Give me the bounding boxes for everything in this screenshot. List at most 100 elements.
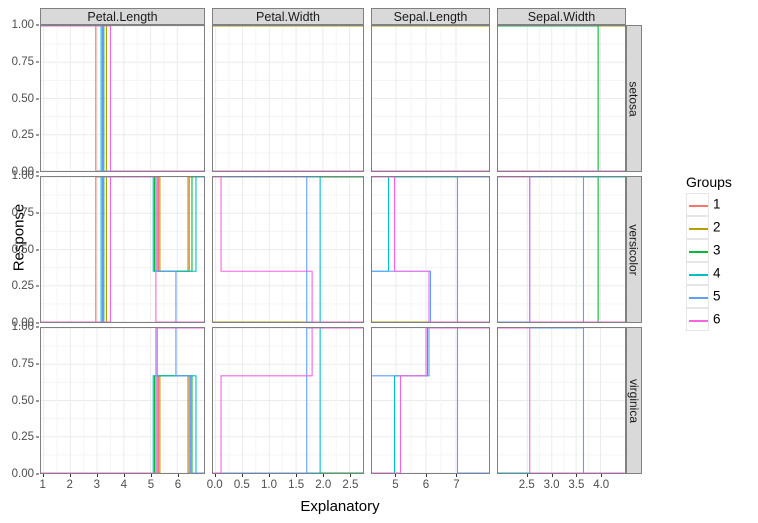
x-tick-mark [96,474,98,477]
x-tick-label: 1.5 [288,479,305,491]
facet-column-strip-petal-width: Petal.Width [212,8,364,25]
x-tick-label: 3.0 [543,479,560,491]
legend-key-2[interactable] [686,216,709,239]
facet-column-strip-petal-length: Petal.Length [40,8,205,25]
y-tick-label: 1.00 [11,321,34,333]
x-tick-mark [456,474,458,477]
x-tick-label: 2.0 [315,479,332,491]
y-axis-title: Response [10,203,28,272]
y-tick-mark [36,61,39,63]
facet-column-strip-label: Petal.Width [256,9,320,24]
legend-line-swatch [689,205,708,207]
legend-label-2: 2 [713,219,721,235]
legend-key-5[interactable] [686,285,709,308]
facet-row-strip-label: versicolor [627,223,642,276]
y-tick-mark [36,249,39,250]
x-tick-label: 1.0 [261,479,277,491]
x-tick-mark [69,474,71,477]
x-tick-label: 2.5 [342,479,359,491]
panel-setosa-sepal-length [371,25,490,172]
y-tick-label: 1.00 [11,19,34,31]
x-tick-mark [350,474,352,477]
facet-column-strip-sepal-length: Sepal.Length [371,8,490,25]
legend-key-1[interactable] [686,193,709,216]
x-tick-mark [214,474,216,477]
x-tick-mark [177,474,179,477]
panel-versicolor-sepal-width [497,176,626,323]
x-tick-mark [323,474,325,477]
legend-key-4[interactable] [686,262,709,285]
legend-line-swatch [689,274,708,276]
y-tick-mark [36,363,39,365]
x-tick-label: 2 [66,479,73,491]
legend-line-swatch [689,251,708,253]
panel-versicolor-sepal-length [371,176,490,323]
y-tick-mark [36,436,39,438]
y-tick-mark [36,322,39,324]
panel-setosa-sepal-width [497,25,626,172]
legend-line-swatch [689,320,708,322]
y-tick-label: 0.50 [11,243,34,256]
x-tick-label: 3.5 [568,479,585,491]
facet-row-strip-versicolor: versicolor [626,176,642,323]
x-axis-title: Explanatory [300,498,380,515]
x-tick-mark [526,474,528,477]
legend-label-1: 1 [713,196,721,212]
y-tick-mark [36,24,39,26]
panel-virginica-petal-width [212,327,364,474]
x-tick-label: 3 [93,479,100,491]
y-tick-mark [36,212,39,214]
y-tick-mark [36,326,39,328]
x-tick-label: 2.5 [518,479,535,491]
x-tick-label: 5 [392,479,399,491]
y-tick-label: 0.50 [11,394,34,407]
x-tick-label: 6 [422,479,430,491]
x-tick-label: 0.5 [233,479,250,491]
facet-row-strip-label: virginica [627,378,642,423]
legend-key-3[interactable] [686,239,709,262]
legend-title: Groups [686,174,732,190]
x-tick-label: 5 [147,479,155,491]
panel-setosa-petal-length [40,25,205,172]
legend-label-4: 4 [713,265,721,281]
y-tick-mark [36,134,39,136]
y-tick-mark [36,98,39,99]
y-tick-label: 0.75 [11,357,34,370]
y-tick-label: 0.00 [11,468,34,480]
x-tick-mark [42,474,44,477]
x-tick-label: 1 [39,479,46,491]
y-tick-label: 0.25 [11,280,34,293]
panel-versicolor-petal-width [212,176,364,323]
y-tick-label: 0.75 [11,206,34,219]
y-tick-mark [36,400,39,401]
facet-row-strip-setosa: setosa [626,25,642,172]
y-tick-label: 0.25 [11,431,34,444]
facet-row-strip-virginica: virginica [626,327,642,474]
legend-key-6[interactable] [686,308,709,331]
x-tick-mark [241,474,243,477]
x-tick-mark [425,474,427,477]
y-tick-mark [36,473,39,475]
x-tick-mark [551,474,553,477]
panel-virginica-petal-length [40,327,205,474]
y-tick-mark [36,285,39,287]
legend-label-5: 5 [713,288,721,304]
y-tick-label: 0.50 [11,92,34,105]
x-tick-mark [601,474,603,477]
y-tick-label: 0.75 [11,55,34,68]
y-tick-mark [36,171,39,173]
x-tick-label: 7 [453,479,460,491]
x-tick-mark [296,474,298,477]
panel-setosa-petal-width [212,25,364,172]
y-tick-label: 1.00 [11,170,34,182]
x-tick-mark [123,474,125,477]
chart-root: Response Explanatory Petal.Length Petal.W… [0,0,758,523]
facet-row-strip-label: setosa [627,80,642,117]
facet-column-strip-label: Sepal.Length [393,9,468,24]
x-tick-label: 6 [174,479,182,491]
x-tick-label: 0.0 [206,479,223,491]
legend-label-3: 3 [713,242,721,258]
facet-column-strip-sepal-width: Sepal.Width [497,8,626,25]
x-tick-mark [576,474,578,477]
panel-virginica-sepal-length [371,327,490,474]
